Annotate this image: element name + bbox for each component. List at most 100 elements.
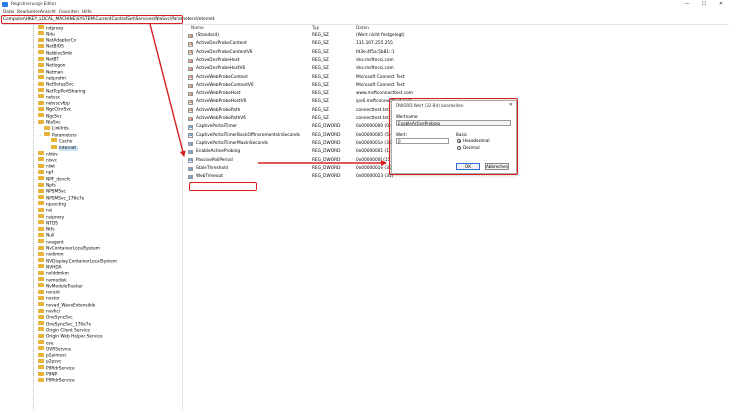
value-row[interactable]: ab ActiveDnsProbeContentV6 REG_SZ fd3e:4f5a… bbox=[187, 50, 730, 56]
value-data: 0x0000001e (30) bbox=[356, 140, 394, 146]
value-data: 131.107.255.255 bbox=[356, 41, 393, 47]
folder-icon bbox=[38, 308, 44, 313]
folder-icon bbox=[38, 371, 44, 376]
folder-icon bbox=[38, 113, 44, 118]
close-button[interactable]: ✕ bbox=[714, 0, 728, 9]
folder-icon bbox=[38, 314, 44, 319]
folder-icon bbox=[38, 37, 44, 42]
tree-item-label: nvvad_WaveExtensible bbox=[46, 303, 96, 309]
tree-item-label: nvvhci bbox=[46, 309, 61, 315]
minimize-button[interactable]: — bbox=[680, 0, 694, 9]
column-header-data[interactable]: Daten bbox=[356, 26, 369, 32]
maximize-button[interactable]: ☐ bbox=[697, 0, 711, 9]
tree-item-label: OVRService bbox=[46, 347, 72, 353]
tree-item-label: Netlogon bbox=[46, 63, 66, 69]
value-type: REG_SZ bbox=[312, 41, 329, 47]
value-data: dns.msftncsi.com bbox=[356, 66, 394, 72]
value-name: ActiveDnsProbeHost bbox=[196, 57, 240, 63]
chevron-down-icon[interactable]: ⌄ bbox=[39, 132, 43, 138]
key-tree[interactable]: › ndproxy › Ndu › NetAdapterCx › NetBIOS › Netbio… bbox=[0, 25, 183, 410]
value-name: ActiveWebProbePath bbox=[196, 107, 241, 113]
value-type: REG_SZ bbox=[312, 49, 329, 55]
value-row[interactable]: ab (Standard) REG_SZ (Wert nicht festgelegt… bbox=[187, 33, 730, 39]
folder-icon bbox=[38, 220, 44, 225]
folder-icon bbox=[38, 377, 44, 382]
folder-icon bbox=[38, 31, 44, 36]
value-type: REG_SZ bbox=[312, 107, 329, 113]
folder-icon bbox=[38, 176, 44, 181]
value-name: CaptivePortalTimerMaxInSeconds bbox=[196, 140, 268, 146]
column-header-type[interactable]: Typ bbox=[312, 26, 319, 32]
folder-icon bbox=[38, 163, 44, 168]
tree-item-label: OneSyncSvc bbox=[46, 315, 73, 321]
value-name: CaptivePortalTimerBackOffIncrementsInSec… bbox=[196, 132, 301, 138]
tree-item[interactable]: › P9RdrService bbox=[33, 377, 75, 384]
value-type: REG_SZ bbox=[312, 33, 329, 38]
string-value-icon: ab bbox=[188, 42, 193, 47]
value-data: 0x0000001e (30) bbox=[356, 165, 394, 171]
value-name: CaptivePortalTimer bbox=[196, 124, 238, 130]
folder-icon bbox=[38, 239, 44, 244]
string-value-icon: ab bbox=[188, 50, 193, 55]
folder-icon bbox=[38, 94, 44, 99]
tree-item-label: NetBIOS bbox=[46, 44, 64, 50]
string-value-icon: ab bbox=[188, 108, 193, 113]
value-row[interactable]: ab ActiveDnsProbeContent REG_SZ 131.107.255… bbox=[187, 41, 730, 47]
tree-item-label: netvscvfpp bbox=[46, 101, 70, 107]
value-list[interactable]: Name Typ Daten ab (Standard) REG_SZ (Wert n… bbox=[187, 25, 730, 410]
tree-item-label: nvstor bbox=[46, 296, 60, 302]
folder-icon bbox=[38, 245, 44, 250]
folder-icon bbox=[38, 69, 44, 74]
tree-item-label: NVHDA bbox=[46, 265, 62, 271]
value-type: REG_DWORD bbox=[312, 124, 341, 130]
value-name: ActiveDnsProbeHostV6 bbox=[196, 66, 246, 72]
folder-icon bbox=[38, 232, 44, 237]
dword-value-icon: 01 bbox=[188, 166, 193, 172]
string-value-icon: ab bbox=[188, 91, 193, 97]
tree-item-label: NetbiosSmb bbox=[46, 51, 72, 57]
folder-icon bbox=[38, 56, 44, 61]
dword-value-icon: 01 bbox=[188, 158, 193, 163]
value-name: (Standard) bbox=[196, 33, 219, 38]
value-row[interactable]: ab ActiveWebProbeContentV6 REG_SZ Microsoft… bbox=[187, 83, 730, 89]
value-data: (Wert nicht festgelegt) bbox=[356, 33, 405, 38]
tree-item-label: NgcCtnrSvc bbox=[46, 107, 72, 113]
value-row[interactable]: ab ActiveWebProbeContent REG_SZ Microsoft C… bbox=[187, 75, 730, 81]
folder-icon bbox=[38, 214, 44, 218]
value-data: connecttest.txt bbox=[356, 116, 389, 121]
folder-icon bbox=[38, 50, 44, 55]
value-data: dns.msftncsi.com bbox=[356, 57, 394, 63]
tree-item-label: nsi bbox=[46, 208, 53, 214]
tree-item-label: Cache bbox=[59, 139, 73, 145]
value-name: ActiveWebProbeHostV6 bbox=[196, 99, 247, 105]
value-row[interactable]: ab ActiveWebProbeHost REG_SZ www.msftconnec… bbox=[187, 91, 730, 97]
folder-icon bbox=[38, 62, 44, 67]
column-header-name[interactable]: Name bbox=[191, 26, 204, 32]
folder-icon bbox=[44, 132, 50, 137]
value-type: REG_DWORD bbox=[312, 165, 341, 171]
folder-icon bbox=[38, 346, 44, 351]
value-type: REG_DWORD bbox=[312, 140, 341, 146]
folder-icon bbox=[38, 365, 44, 370]
folder-icon bbox=[38, 270, 44, 275]
chevron-down-icon[interactable]: ⌄ bbox=[33, 119, 37, 125]
tree-item-label: P9NP bbox=[46, 372, 58, 378]
tree-item-label: NetTcpPortSharing bbox=[46, 89, 86, 94]
tree-item-label: Netman bbox=[46, 70, 64, 76]
tree-item-label: LinkIrds bbox=[52, 126, 69, 132]
tree-item-label: P9RdrService bbox=[46, 366, 75, 372]
value-name: StaleThreshold bbox=[196, 165, 229, 171]
value-row[interactable]: 01 WebTimeout REG_DWORD 0x00000023 (35) bbox=[187, 174, 730, 180]
value-name: ActiveDnsProbeContent bbox=[196, 41, 247, 47]
tree-item-label: ose bbox=[46, 341, 54, 346]
value-row[interactable]: ab ActiveDnsProbeHostV6 REG_SZ dns.msftncsi… bbox=[187, 66, 730, 72]
value-type: REG_DWORD bbox=[312, 157, 341, 163]
folder-icon bbox=[38, 88, 44, 92]
tree-item-label: npf bbox=[46, 170, 53, 176]
chevron-right-icon[interactable]: › bbox=[33, 378, 37, 384]
string-value-icon: ab bbox=[188, 116, 193, 122]
tree-item-label: nvmedisk bbox=[46, 278, 67, 283]
value-name: ActiveWebProbePathV6 bbox=[196, 116, 246, 121]
value-row[interactable]: ab ActiveDnsProbeHost REG_SZ dns.msftncsi.c… bbox=[187, 58, 730, 64]
tree-item-label: NetBT bbox=[46, 57, 60, 63]
